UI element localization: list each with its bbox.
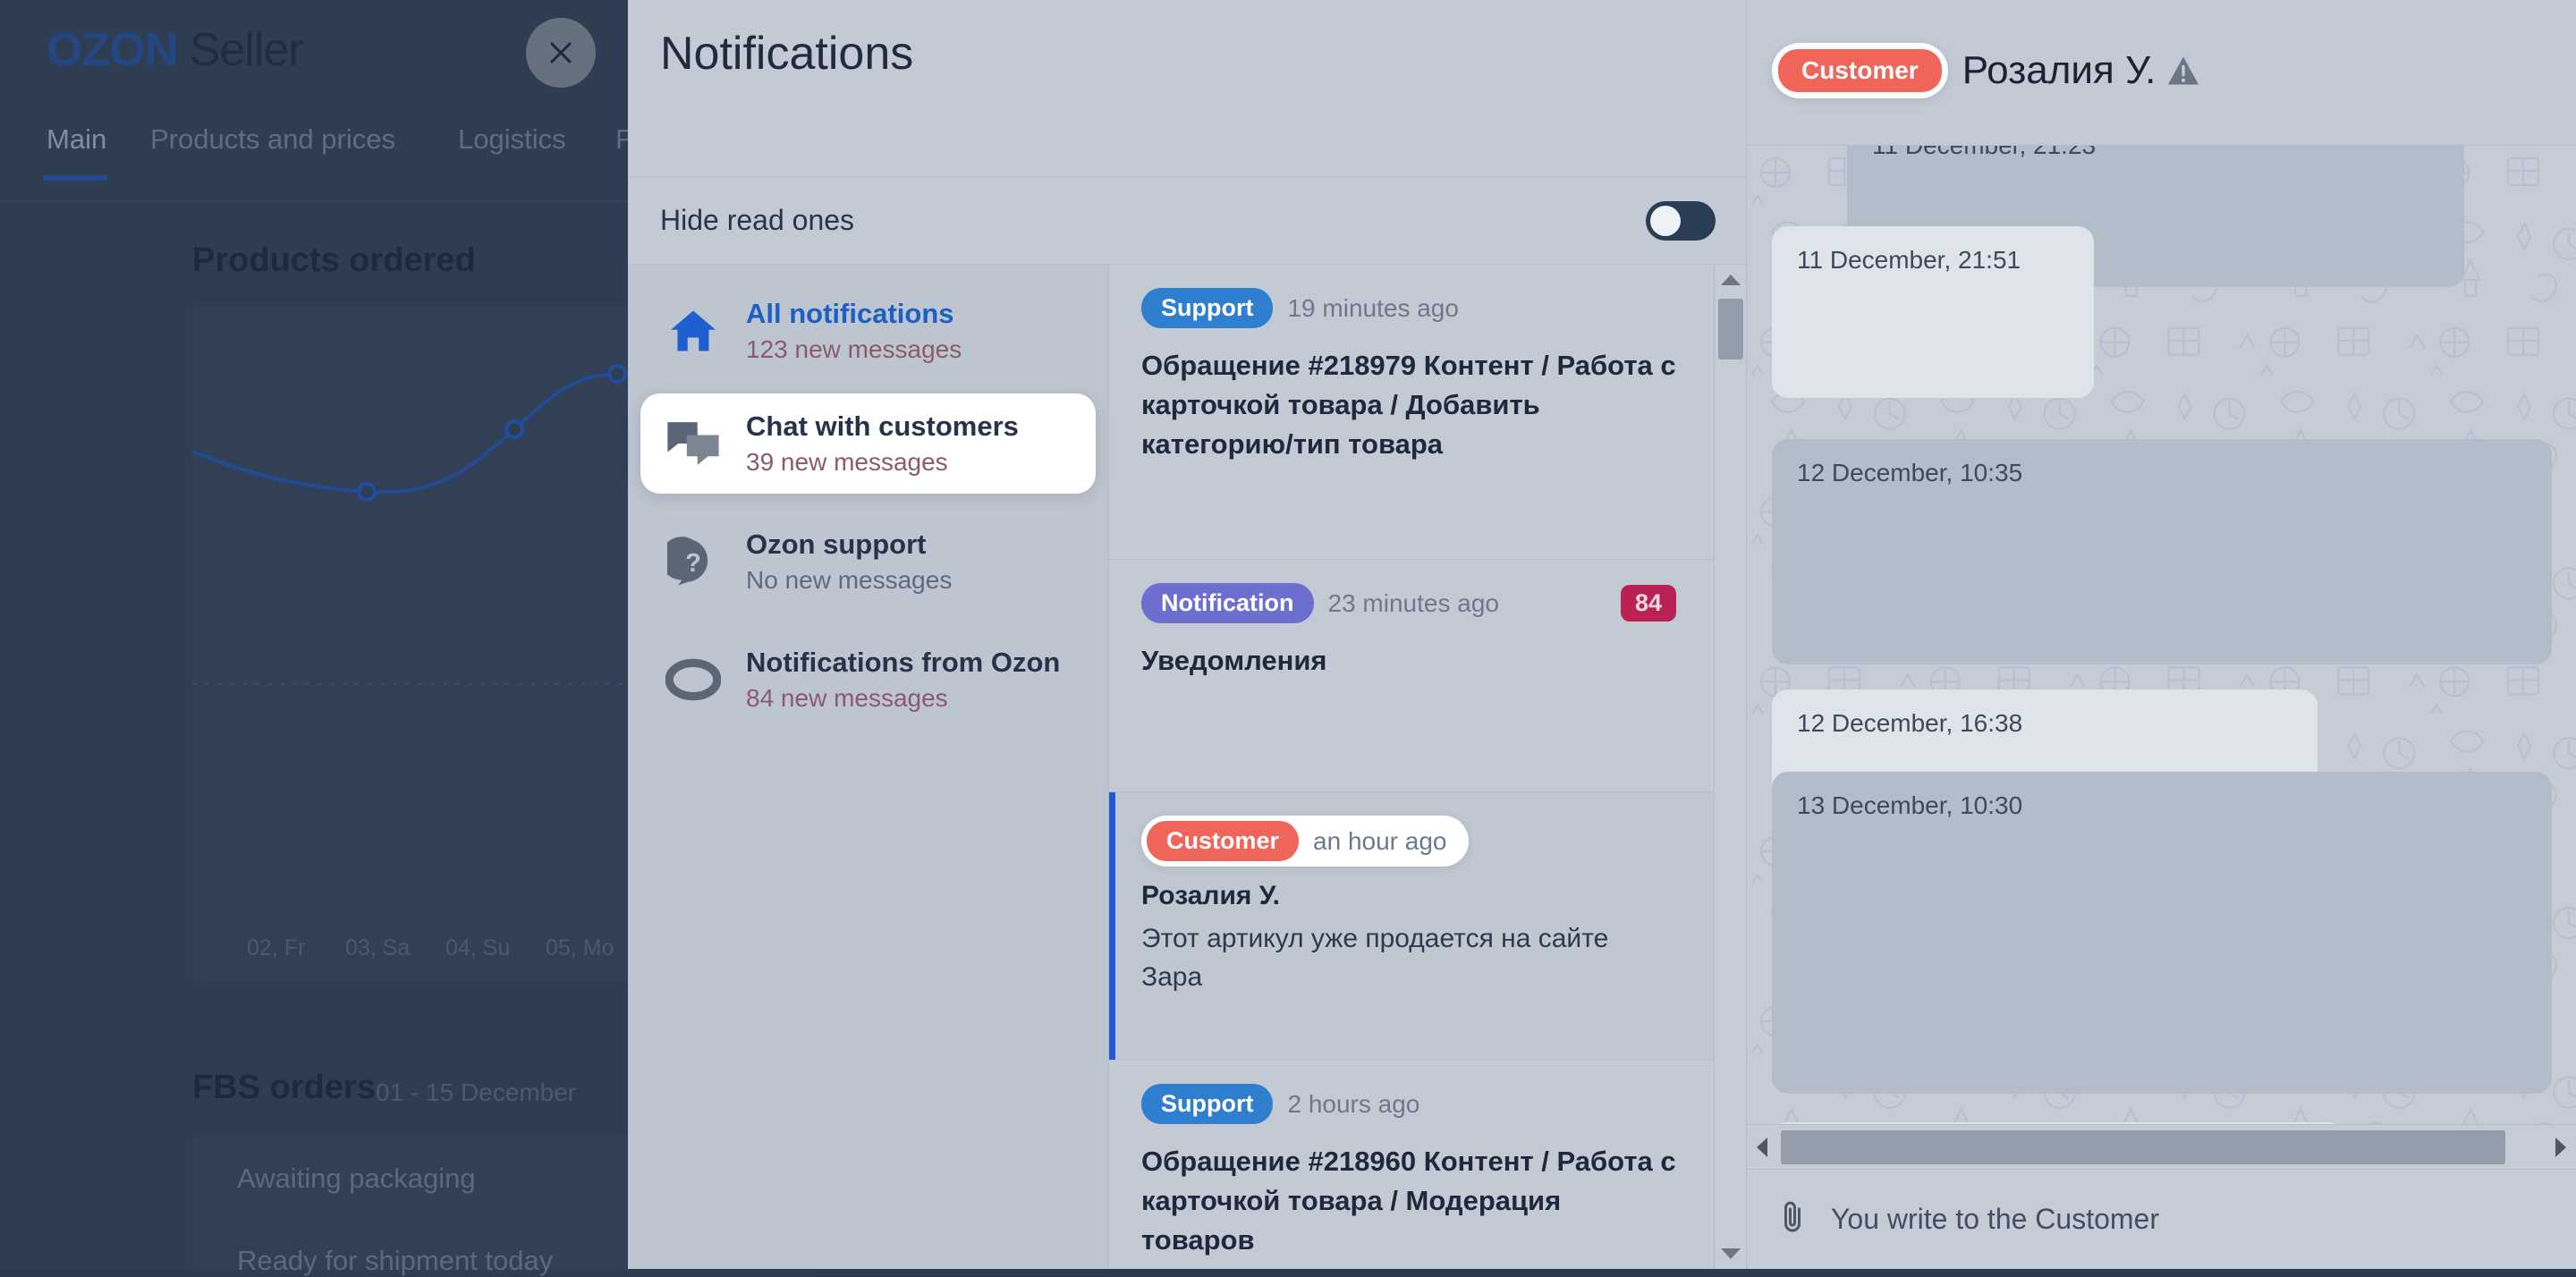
notification-timestamp: 23 minutes ago <box>1328 589 1499 618</box>
chart-xtick-0: 02, Fr <box>247 935 305 961</box>
paperclip-icon[interactable] <box>1777 1199 1808 1239</box>
chat-message-bubble[interactable]: 13 December, 10:30 <box>1772 772 2552 1094</box>
hide-read-ones-toggle[interactable] <box>1646 201 1716 241</box>
chart-xtick-2: 04, Su <box>445 935 510 961</box>
close-panel-button[interactable] <box>526 18 596 88</box>
customer-chat-panel: Customer Розалия У. <box>1746 0 2576 1269</box>
fbs-row-ready-for-shipment[interactable]: Ready for shipment today <box>237 1245 553 1277</box>
customer-badge-wrapper: Customer <box>1772 43 1948 98</box>
close-icon <box>547 39 574 66</box>
notification-meta: Notification 23 minutes ago 84 <box>1141 583 1676 623</box>
category-chat-with-customers[interactable]: Chat with customers 39 new messages <box>640 393 1096 494</box>
category-title: Chat with customers <box>746 410 1019 443</box>
nav-active-underline <box>43 175 107 181</box>
notification-title: Уведомления <box>1141 641 1676 681</box>
notification-meta: Customer an hour ago <box>1141 816 1469 867</box>
chat-message-area: 11 December, 21:23 11 December, 21:51 12… <box>1747 146 2576 1124</box>
status-badge: Support <box>1141 1084 1273 1124</box>
chat-input-bar[interactable]: You write to the Customer <box>1747 1169 2576 1269</box>
chat-customer-name: Розалия У. <box>1962 48 2157 93</box>
notification-item[interactable]: Customer an hour ago Розалия У. Этот арт… <box>1109 792 1714 1061</box>
notification-timestamp: an hour ago <box>1313 827 1446 856</box>
products-ordered-title: Products ordered <box>192 241 476 280</box>
unread-count-badge: 84 <box>1621 585 1676 622</box>
help-icon: ? <box>664 536 723 588</box>
chat-message-input[interactable]: You write to the Customer <box>1831 1203 2159 1236</box>
scrollbar-thumb[interactable] <box>1718 299 1743 359</box>
category-title: Notifications from Ozon <box>746 647 1060 679</box>
message-timestamp: 12 December, 16:38 <box>1797 709 2022 737</box>
chat-message-bubble[interactable]: 11 December, 21:51 <box>1772 226 2094 398</box>
notification-timestamp: 2 hours ago <box>1287 1090 1419 1119</box>
notification-meta: Support 19 minutes ago <box>1141 288 1676 328</box>
fbs-orders-title: FBS orders <box>192 1069 376 1107</box>
notification-timestamp: 19 minutes ago <box>1287 294 1458 323</box>
notification-item[interactable]: Notification 23 minutes ago 84 Уведомлен… <box>1109 560 1714 792</box>
category-subtitle: 84 new messages <box>746 684 1060 713</box>
hide-read-ones-row[interactable]: Hide read ones <box>628 177 1746 265</box>
scroll-up-arrow-icon[interactable] <box>1715 265 1747 295</box>
chart-xtick-1: 03, Sa <box>345 935 410 961</box>
nav-tab-products-and-prices[interactable]: Products and prices <box>150 123 395 156</box>
category-subtitle: No new messages <box>746 566 952 595</box>
category-all-notifications[interactable]: All notifications 123 new messages <box>640 281 1096 381</box>
ozon-seller-logo: OZON Seller <box>47 23 303 77</box>
chat-horizontal-scrollbar[interactable] <box>1747 1124 2576 1169</box>
status-badge: Support <box>1141 288 1273 328</box>
ozon-o-icon <box>664 658 723 701</box>
notification-item[interactable]: Support 19 minutes ago Обращение #218979… <box>1109 265 1714 560</box>
nav-tab-main[interactable]: Main <box>47 123 106 156</box>
category-subtitle: 39 new messages <box>746 448 1019 477</box>
message-timestamp: 11 December, 21:23 <box>1872 146 2096 159</box>
fbs-row-awaiting-packaging[interactable]: Awaiting packaging <box>237 1163 476 1195</box>
notifications-header: Notifications <box>628 0 1746 177</box>
scroll-right-arrow-icon[interactable] <box>2546 1125 2576 1169</box>
hscrollbar-thumb[interactable] <box>1781 1130 2505 1164</box>
category-ozon-support[interactable]: ? Ozon support No new messages <box>640 512 1096 612</box>
notification-list-wrapper: Support 19 minutes ago Обращение #218979… <box>1109 265 1746 1269</box>
hide-read-ones-label: Hide read ones <box>660 204 854 237</box>
chat-message-bubble[interactable]: 12 December, 10:35 <box>1772 439 2552 664</box>
scroll-left-arrow-icon[interactable] <box>1747 1125 1777 1169</box>
notification-title: Обращение #218960 Контент / Работа с кар… <box>1141 1142 1676 1260</box>
customer-badge: Customer <box>1778 49 1942 92</box>
notification-list-scrollbar[interactable] <box>1714 265 1746 1269</box>
notification-item[interactable]: Support 2 hours ago Обращение #218960 Ко… <box>1109 1061 1714 1269</box>
message-timestamp: 12 December, 10:35 <box>1797 459 2022 486</box>
notification-list: Support 19 minutes ago Обращение #218979… <box>1109 265 1714 1269</box>
status-badge: Notification <box>1141 583 1314 623</box>
logo-ozon: OZON <box>47 24 177 76</box>
fbs-orders-date-range: 01 - 15 December <box>376 1078 576 1107</box>
message-timestamp: 13 December, 10:30 <box>1797 791 2022 819</box>
notification-sender-name: Розалия У. <box>1141 881 1676 911</box>
logo-seller: Seller <box>190 24 303 76</box>
notification-title: Обращение #218979 Контент / Работа с кар… <box>1141 346 1676 464</box>
notification-preview: Этот артикул уже продается на сайте Зара <box>1141 920 1676 996</box>
category-title: Ozon support <box>746 529 952 561</box>
category-subtitle: 123 new messages <box>746 335 962 364</box>
notifications-body: All notifications 123 new messages Chat … <box>628 265 1746 1269</box>
home-icon <box>664 304 723 358</box>
scroll-down-arrow-icon[interactable] <box>1715 1239 1747 1269</box>
chat-icon <box>664 418 723 469</box>
message-timestamp: 11 December, 21:51 <box>1797 246 2021 274</box>
warning-triangle-icon[interactable] <box>2166 55 2200 86</box>
status-badge: Customer <box>1147 821 1299 861</box>
category-title: All notifications <box>746 298 962 330</box>
notification-meta: Support 2 hours ago <box>1141 1084 1676 1124</box>
svg-text:?: ? <box>685 549 701 578</box>
chart-xtick-3: 05, Mo <box>546 935 614 961</box>
notification-categories: All notifications 123 new messages Chat … <box>628 265 1109 1269</box>
chat-header: Customer Розалия У. <box>1747 0 2576 146</box>
toggle-knob <box>1650 206 1681 236</box>
nav-tab-logistics[interactable]: Logistics <box>458 123 566 156</box>
notifications-panel: Notifications Hide read ones All notific… <box>628 0 1746 1269</box>
notifications-title: Notifications <box>660 27 913 80</box>
category-notifications-from-ozon[interactable]: Notifications from Ozon 84 new messages <box>640 630 1096 730</box>
